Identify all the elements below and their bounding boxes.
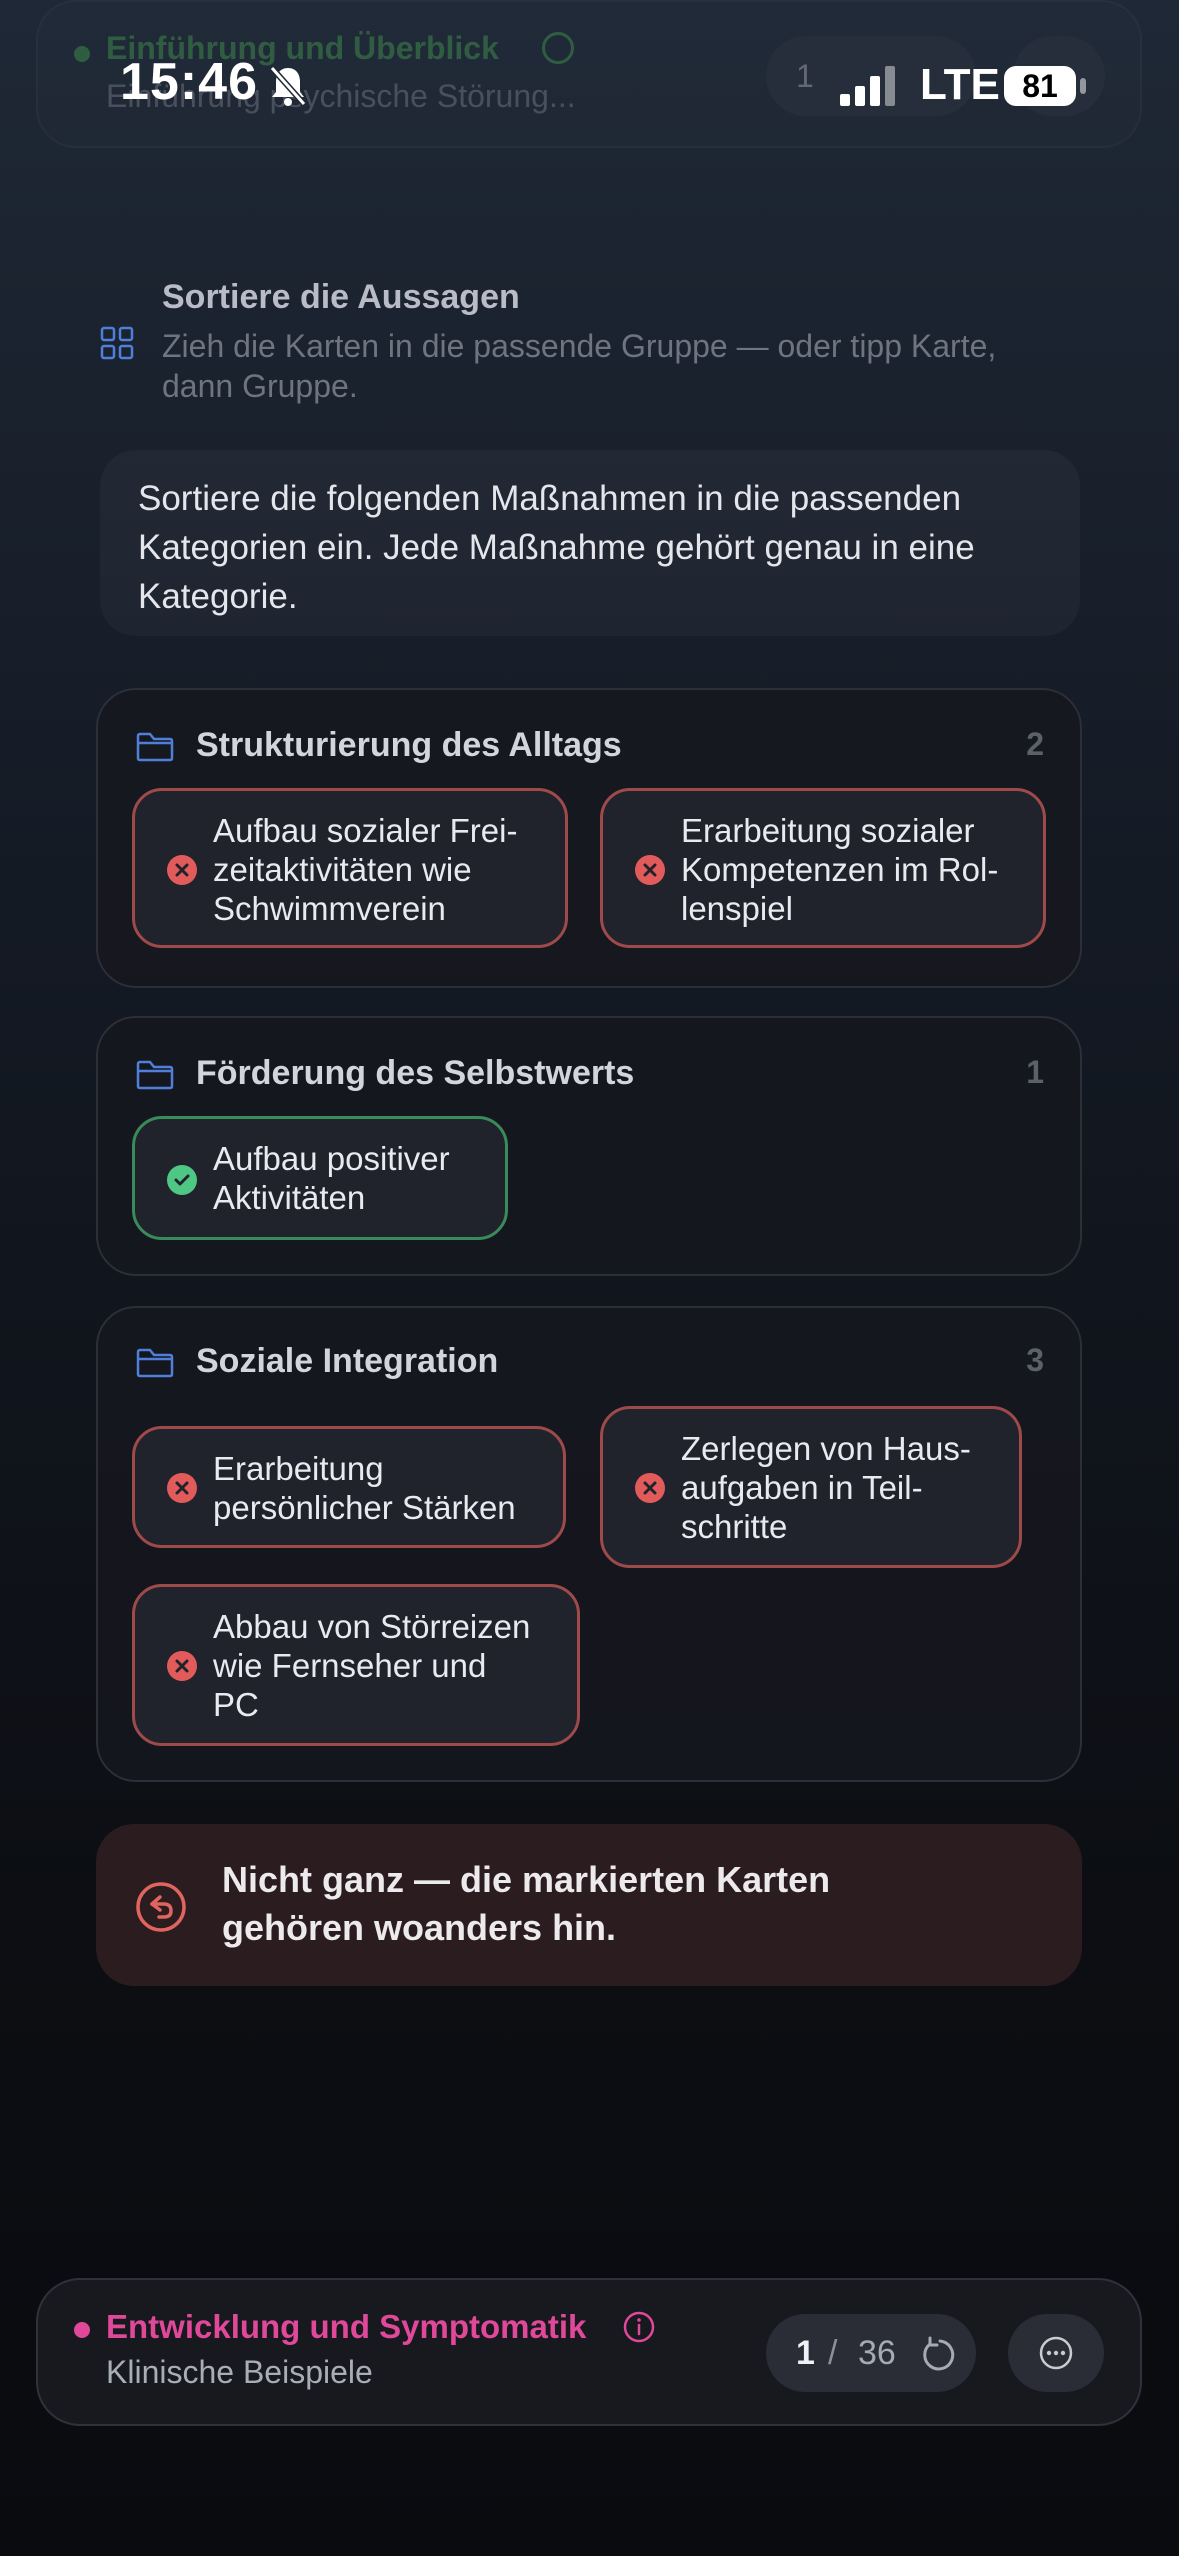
wrong-icon (167, 1473, 197, 1503)
folder-icon (136, 1348, 174, 1378)
category-name: Soziale Integration (196, 1342, 499, 1380)
sort-card[interactable]: Aufbau sozialer Frei- zeitaktivitäten wi… (132, 788, 568, 948)
wrong-icon (167, 855, 197, 885)
grid-icon (100, 326, 134, 360)
sort-card[interactable]: Aufbau positiver Aktivitäten (132, 1116, 508, 1240)
question-text: Sortiere die folgenden Maßnahmen in die … (100, 450, 1080, 636)
progress-pill[interactable]: 1 / 36 (766, 2314, 976, 2392)
feedback-text: Nicht ganz — die markierten Karten (222, 1859, 831, 1900)
category-count: 2 (1026, 726, 1044, 762)
progress-separator: / (828, 2334, 838, 2372)
card-text: Aufbau sozialer Frei- (213, 812, 518, 849)
card-text: lenspiel (681, 890, 793, 927)
check-icon (167, 1165, 197, 1195)
wrong-icon (167, 1651, 197, 1681)
info-icon[interactable] (622, 2310, 656, 2344)
more-icon (1039, 2336, 1073, 2370)
feedback-banner: Nicht ganz — die markierten Karten gehör… (96, 1824, 1082, 1986)
chapter-dot (74, 2322, 90, 2338)
retry-icon[interactable] (134, 1880, 188, 1934)
bottom-chapter-title: Entwicklung und Symptomatik (106, 2308, 587, 2345)
sort-card[interactable]: Erarbeitung sozialer Kompetenzen im Rol-… (600, 788, 1046, 948)
card-text: PC (213, 1686, 259, 1723)
card-text: Zerlegen von Haus- (681, 1430, 971, 1467)
wrong-icon (635, 1473, 665, 1503)
progress-current: 1 (796, 2334, 815, 2372)
sort-card[interactable]: Erarbeitung persönlicher Stärken (132, 1426, 566, 1548)
progress-total: 36 (858, 2334, 896, 2372)
category-selbstwert[interactable]: Förderung des Selbstwerts 1 Aufbau posit… (96, 1016, 1082, 1276)
category-name: Strukturierung des Alltags (196, 726, 622, 764)
folder-icon (136, 1060, 174, 1090)
category-name: Förderung des Selbstwerts (196, 1054, 635, 1092)
wrong-icon (635, 855, 665, 885)
bell-muted-icon (269, 66, 307, 106)
sort-card[interactable]: Zerlegen von Haus- aufgaben in Teil- sch… (600, 1406, 1022, 1568)
card-text: Aufbau positiver (213, 1140, 450, 1177)
category-soziale-integration[interactable]: Soziale Integration 3 Erarbeitung persön… (96, 1306, 1082, 1782)
card-text: Kompetenzen im Rol- (681, 851, 999, 888)
signal-icon (840, 66, 895, 106)
status-time: 15:46 (120, 53, 258, 111)
battery-cap (1080, 78, 1086, 94)
card-text: Abbau von Störreizen (213, 1608, 531, 1645)
more-menu-button[interactable] (1008, 2314, 1104, 2392)
card-text: wie Fernseher und (213, 1647, 487, 1684)
network-label: LTE (920, 60, 1000, 109)
category-strukturierung[interactable]: Strukturierung des Alltags 2 Aufbau sozi… (96, 688, 1082, 988)
sort-card[interactable]: Abbau von Störreizen wie Fernseher und P… (132, 1584, 580, 1746)
card-text: Erarbeitung sozialer (681, 812, 975, 849)
reload-icon[interactable] (918, 2334, 958, 2374)
card-text: zeitaktivitäten wie (213, 851, 472, 888)
card-text: persönlicher Stärken (213, 1489, 516, 1526)
card-text: aufgaben in Teil- (681, 1469, 923, 1506)
card-text: Erarbeitung (213, 1450, 384, 1487)
battery-indicator: 81 (1004, 66, 1076, 106)
card-text: Schwimmverein (213, 890, 446, 927)
card-text: Aktivitäten (213, 1179, 366, 1216)
feedback-text: gehören woanders hin. (222, 1907, 617, 1948)
bottom-lesson-bar[interactable]: Entwicklung und Symptomatik Klinische Be… (36, 2278, 1142, 2426)
card-text: schritte (681, 1508, 788, 1545)
category-count: 3 (1026, 1342, 1044, 1378)
bottom-chapter-subtitle: Klinische Beispiele (106, 2354, 373, 2390)
category-count: 1 (1026, 1054, 1044, 1090)
folder-icon (136, 732, 174, 762)
status-bar: 15:46 LTE 81 (0, 0, 1179, 150)
instruction-subtitle: Zieh die Karten in die passende Gruppe —… (162, 328, 997, 404)
instruction-title: Sortiere die Aussagen (162, 278, 520, 316)
